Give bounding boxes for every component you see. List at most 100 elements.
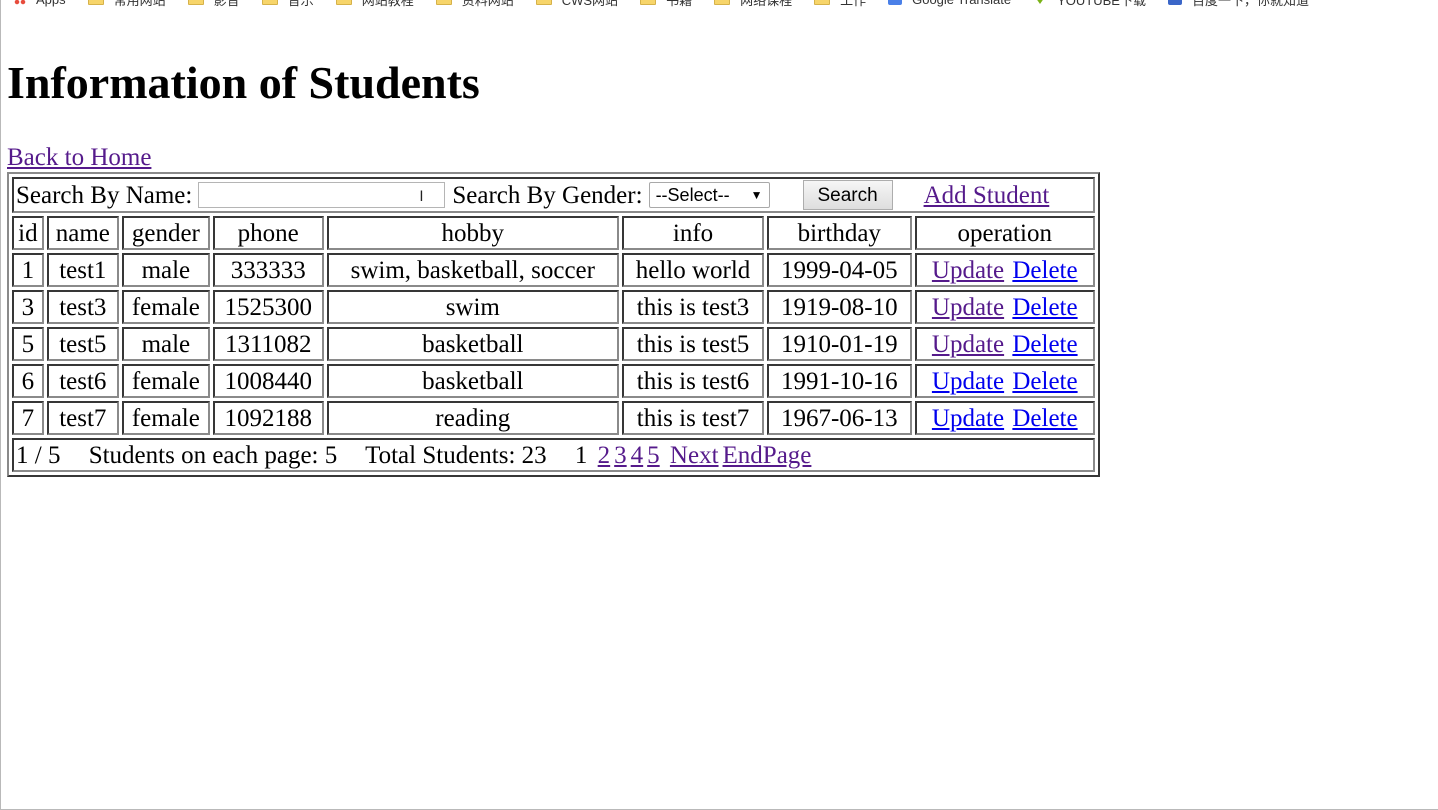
update-link[interactable]: Update	[932, 368, 1004, 395]
delete-link[interactable]: Delete	[1012, 405, 1077, 432]
cell-id: 7	[12, 401, 44, 435]
gender-select[interactable]: --Select-- ▼	[648, 182, 770, 208]
cell-operation: Update Delete	[914, 401, 1095, 435]
folder-icon	[261, 0, 278, 5]
folder-icon	[535, 0, 552, 5]
cell-name: test1	[46, 253, 119, 287]
table-row: 7 test7 female 1092188 reading this is test7 1…	[12, 401, 1095, 435]
cell-phone: 1311082	[212, 327, 324, 361]
update-link[interactable]: Update	[932, 294, 1004, 321]
cell-info: this is test7	[622, 401, 765, 435]
bookmark-item[interactable]: 网站教程	[335, 0, 414, 9]
bookmark-item[interactable]: 资料网站	[435, 0, 514, 9]
cell-info: this is test6	[622, 364, 765, 398]
page-link-5[interactable]: 5	[647, 442, 660, 469]
bookmark-item[interactable]: YOUTUBE下载	[1033, 0, 1146, 9]
bookmarks-bar: Apps 常用网站 影音 音乐 网站教程 资料网站 CWS网站 书籍 网络课程 工作 Google …	[0, 0, 1438, 9]
table-header-row: id name gender phone hobby info birthday operat…	[12, 216, 1095, 250]
page-link-4[interactable]: 4	[631, 442, 644, 469]
update-link[interactable]: Update	[932, 405, 1004, 432]
search-button[interactable]: Search	[802, 180, 893, 210]
text-cursor-icon: I	[419, 189, 424, 205]
table-row: 3 test3 female 1525300 swim this is test3 1919…	[12, 290, 1095, 324]
add-student-link[interactable]: Add Student	[924, 181, 1050, 210]
delete-link[interactable]: Delete	[1012, 368, 1077, 395]
cell-hobby: basketball	[326, 327, 620, 361]
cell-info: this is test3	[622, 290, 765, 324]
update-link[interactable]: Update	[932, 257, 1004, 284]
bookmark-label: Apps	[36, 0, 66, 7]
bookmark-label: 网站教程	[361, 0, 414, 8]
cell-phone: 1092188	[212, 401, 324, 435]
search-by-name-label: Search By Name:	[16, 181, 193, 209]
search-row: Search By Name: I Search By Gender: --Se…	[12, 177, 1095, 213]
baidu-icon	[1167, 0, 1182, 5]
cell-phone: 1525300	[212, 290, 324, 324]
cell-birthday: 1910-01-19	[767, 327, 912, 361]
cell-gender: male	[121, 253, 210, 287]
cell-name: test3	[46, 290, 119, 324]
cell-info: this is test5	[622, 327, 765, 361]
page-link-2[interactable]: 2	[598, 442, 611, 469]
bookmark-item[interactable]: Google Translate	[888, 0, 1011, 7]
youtube-icon	[1033, 0, 1048, 4]
per-page-info: Students on each page: 5	[88, 441, 338, 469]
table-row: 5 test5 male 1311082 basketball this is test5…	[12, 327, 1095, 361]
bookmark-label: 百度一下，你就知道	[1191, 0, 1309, 8]
cell-gender: female	[121, 290, 210, 324]
page-link-3[interactable]: 3	[614, 442, 627, 469]
apps-icon	[14, 0, 26, 5]
cell-birthday: 1999-04-05	[767, 253, 912, 287]
bookmark-item[interactable]: 影音	[187, 0, 240, 9]
table-row: 6 test6 female 1008440 basketball this is tes…	[12, 364, 1095, 398]
cell-operation: Update Delete	[914, 327, 1095, 361]
bookmark-item[interactable]: 百度一下，你就知道	[1167, 0, 1309, 9]
delete-link[interactable]: Delete	[1012, 294, 1077, 321]
bookmark-item[interactable]: 常用网站	[87, 0, 166, 9]
bookmark-item[interactable]: 网络课程	[714, 0, 792, 9]
bookmark-label: 常用网站	[113, 0, 166, 8]
bookmark-label: 工作	[840, 0, 867, 8]
bookmark-item[interactable]: 书籍	[640, 0, 692, 9]
cell-gender: female	[121, 364, 210, 398]
bookmark-label: 影音	[213, 0, 240, 8]
cell-operation: Update Delete	[914, 364, 1095, 398]
bookmark-item[interactable]: 音乐	[261, 0, 314, 9]
back-to-home-link[interactable]: Back to Home	[7, 143, 151, 173]
end-page-link[interactable]: EndPage	[723, 442, 812, 469]
delete-link[interactable]: Delete	[1012, 257, 1077, 284]
bookmark-item[interactable]: CWS网站	[535, 0, 619, 9]
bookmark-item[interactable]: 工作	[814, 0, 866, 9]
students-table: Search By Name: I Search By Gender: --Se…	[7, 172, 1100, 477]
cell-name: test7	[46, 401, 119, 435]
delete-link[interactable]: Delete	[1012, 331, 1077, 358]
bookmark-label: CWS网站	[561, 0, 619, 8]
next-page-link[interactable]: Next	[670, 442, 719, 469]
pager-cell: 1 / 5 Students on each page: 5 Total Stu…	[12, 438, 1095, 472]
bookmark-label: 网络课程	[740, 0, 793, 8]
update-link[interactable]: Update	[932, 331, 1004, 358]
cell-hobby: swim, basketball, soccer	[326, 253, 620, 287]
pager-row: 1 / 5 Students on each page: 5 Total Stu…	[12, 438, 1095, 472]
cell-hobby: basketball	[326, 364, 620, 398]
search-by-gender-label: Search By Gender:	[452, 181, 643, 209]
folder-icon	[814, 0, 831, 5]
table-row: 1 test1 male 333333 swim, basketball, soccer…	[12, 253, 1095, 287]
column-header-name: name	[46, 216, 119, 250]
column-header-info: info	[622, 216, 765, 250]
cell-info: hello world	[622, 253, 765, 287]
search-name-input[interactable]: I	[198, 182, 446, 208]
column-header-gender: gender	[121, 216, 210, 250]
bookmark-item[interactable]: Apps	[14, 0, 66, 7]
column-header-id: id	[12, 216, 44, 250]
cell-id: 5	[12, 327, 44, 361]
cell-gender: female	[121, 401, 210, 435]
column-header-operation: operation	[914, 216, 1095, 250]
folder-icon	[714, 0, 731, 5]
column-header-phone: phone	[212, 216, 324, 250]
folder-icon	[87, 0, 104, 5]
cell-id: 1	[12, 253, 44, 287]
cell-birthday: 1967-06-13	[767, 401, 912, 435]
current-page: 1	[574, 441, 588, 469]
folder-icon	[335, 0, 352, 5]
